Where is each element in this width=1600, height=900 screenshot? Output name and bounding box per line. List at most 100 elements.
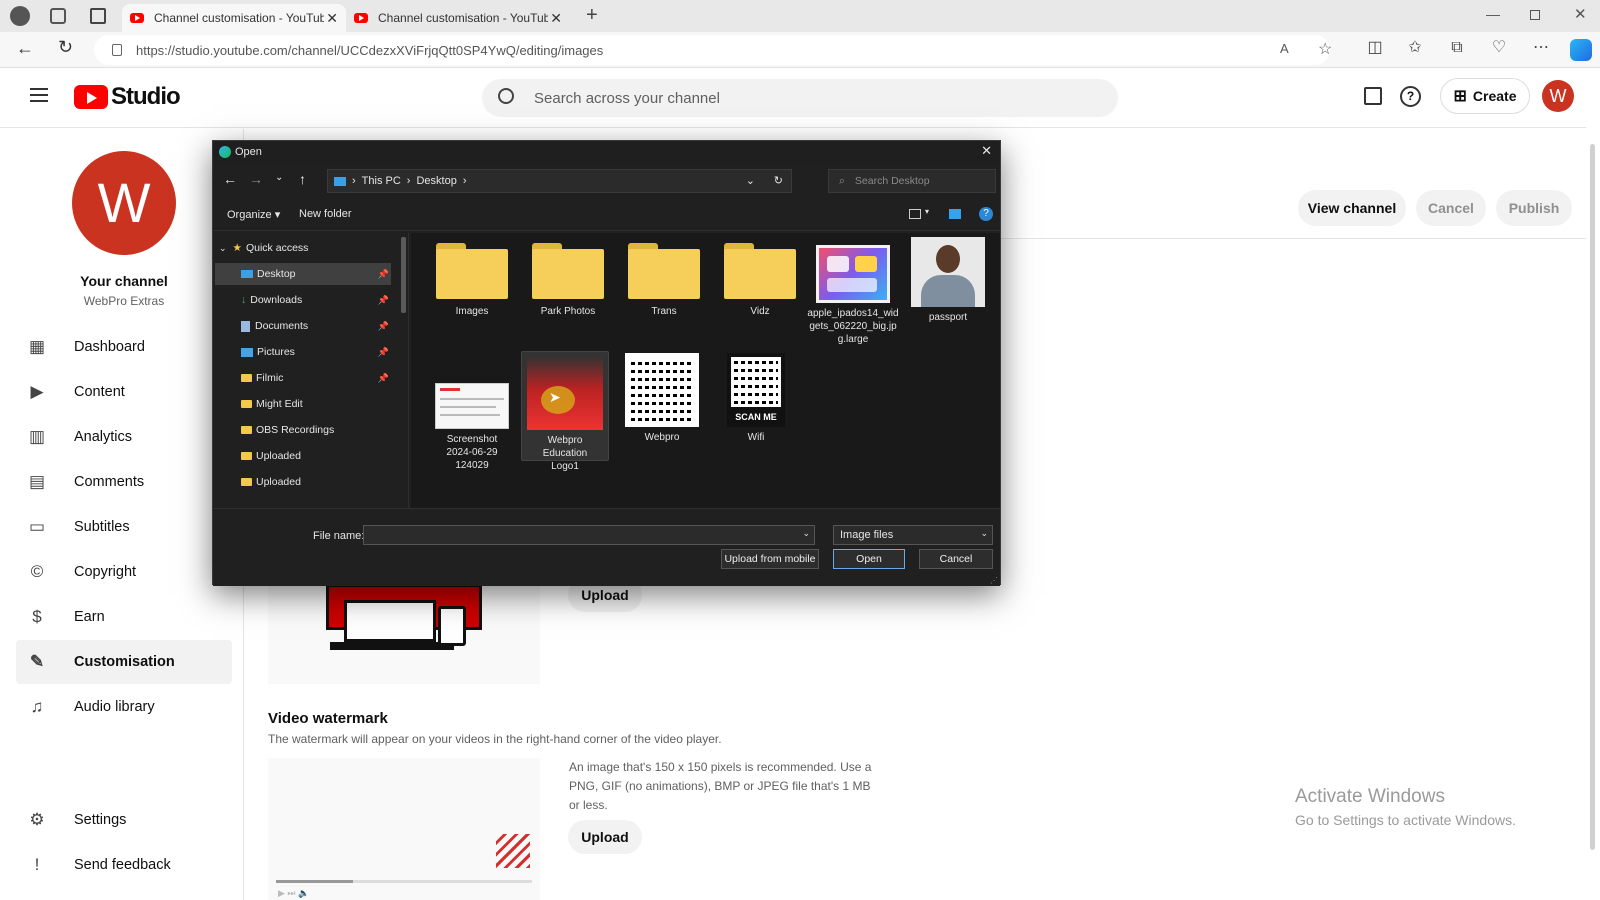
file-item-label: Trans	[651, 306, 677, 317]
view-dropdown-icon[interactable]: ▾	[925, 207, 929, 216]
studio-logo[interactable]: Studio	[74, 83, 181, 111]
up-folder-icon[interactable]: ↑	[299, 171, 306, 187]
chevron-down-icon[interactable]: ⌄	[802, 528, 810, 539]
tab-channel-customisation-2[interactable]: Channel customisation - YouTube ✕	[346, 4, 570, 32]
read-aloud-icon[interactable]: A	[1280, 41, 1289, 56]
publish-button[interactable]: Publish	[1496, 190, 1572, 226]
tree-desktop[interactable]: Desktop 📌	[215, 263, 391, 285]
sidebar-item-customisation[interactable]: ✎ Customisation	[16, 640, 232, 684]
file-item-vidz[interactable]: Vidz	[715, 239, 805, 318]
workspaces-icon[interactable]	[50, 8, 66, 24]
file-item-trans[interactable]: Trans	[619, 239, 709, 318]
dialog-help-icon[interactable]: ?	[979, 207, 993, 221]
hamburger-menu-icon[interactable]	[30, 88, 48, 102]
watermark-upload-button[interactable]: Upload	[568, 820, 642, 854]
open-button[interactable]: Open	[833, 549, 905, 569]
tree-scrollbar[interactable]	[401, 237, 406, 313]
tree-filmic[interactable]: Filmic 📌	[241, 367, 391, 389]
channel-avatar[interactable]: W	[72, 151, 176, 255]
tree-might-edit[interactable]: Might Edit	[241, 393, 391, 415]
tree-documents[interactable]: Documents 📌	[241, 315, 391, 337]
tree-item-label: Might Edit	[256, 398, 303, 410]
split-screen-icon[interactable]: ◫	[1364, 38, 1386, 58]
sidebar-item-subtitles[interactable]: ▭ Subtitles	[16, 505, 232, 549]
file-name-input[interactable]: ⌄	[363, 525, 815, 545]
dialog-cancel-button[interactable]: Cancel	[919, 549, 993, 569]
tab-actions-icon[interactable]	[90, 8, 106, 24]
sidebar-item-analytics[interactable]: ▥ Analytics	[16, 415, 232, 459]
view-options-icon[interactable]	[909, 209, 921, 219]
sidebar-item-content[interactable]: ▶ Content	[16, 370, 232, 414]
pin-icon: 📌	[377, 372, 389, 383]
back-icon[interactable]: ←	[16, 38, 34, 59]
open-label: Open	[856, 553, 882, 565]
youtube-favicon-icon	[354, 13, 368, 23]
sidebar-item-comments[interactable]: ▤ Comments	[16, 460, 232, 504]
close-tab-icon[interactable]: ✕	[550, 10, 562, 27]
view-channel-button[interactable]: View channel	[1298, 190, 1406, 226]
search-placeholder: Search across your channel	[534, 89, 720, 107]
file-item-webpro[interactable]: Webpro	[617, 353, 707, 444]
favorites-icon[interactable]: ✩	[1404, 38, 1426, 58]
resize-grip-icon[interactable]: ⋰	[990, 576, 998, 585]
help-icon[interactable]: ?	[1400, 86, 1421, 107]
refresh-icon[interactable]: ↻	[774, 174, 783, 187]
file-item-passport[interactable]: passport	[903, 237, 993, 324]
tree-downloads[interactable]: ↓ Downloads 📌	[241, 289, 391, 311]
file-item-screenshot[interactable]: Screenshot 2024-06-29 124029	[427, 383, 517, 472]
sidebar-item-dashboard[interactable]: ▦ Dashboard	[16, 325, 232, 369]
tree-obs-recordings[interactable]: OBS Recordings	[241, 419, 391, 441]
new-tab-icon[interactable]: +	[586, 4, 598, 27]
breadcrumb-this-pc[interactable]: This PC	[362, 175, 401, 187]
sidebar-item-audio-library[interactable]: ♫ Audio library	[16, 685, 232, 729]
new-folder-button[interactable]: New folder	[299, 208, 352, 220]
sidebar-item-copyright[interactable]: © Copyright	[16, 550, 232, 594]
close-window-icon[interactable]: ✕	[1574, 5, 1587, 23]
breadcrumb[interactable]: › This PC › Desktop › ⌄ ↻	[327, 169, 792, 193]
tree-pictures[interactable]: Pictures 📌	[241, 341, 391, 363]
forward-icon[interactable]: →	[249, 171, 263, 187]
favorite-star-icon[interactable]: ☆	[1318, 39, 1332, 59]
chevron-down-icon[interactable]: ⌄	[746, 174, 755, 187]
dialog-search-input[interactable]: ⌕ Search Desktop	[828, 169, 996, 193]
channel-search-input[interactable]: Search across your channel	[482, 79, 1118, 117]
file-item-wifi[interactable]: SCAN ME Wifi	[711, 353, 801, 444]
restore-icon[interactable]	[1530, 10, 1540, 20]
recent-locations-icon[interactable]: ⌄	[275, 172, 283, 183]
tab-channel-customisation-1[interactable]: Channel customisation - YouTube ✕	[122, 4, 346, 32]
copilot-icon[interactable]	[1570, 39, 1592, 61]
minimize-icon[interactable]: —	[1486, 6, 1500, 22]
tree-uploaded[interactable]: Uploaded	[241, 445, 391, 467]
feedback-messages-icon[interactable]	[1364, 87, 1382, 105]
page-scrollbar[interactable]	[1590, 144, 1595, 850]
your-channel-title: Your channel	[80, 273, 168, 289]
preview-pane-icon[interactable]	[949, 209, 961, 219]
file-item-images[interactable]: Images	[427, 239, 517, 318]
profile-icon[interactable]	[10, 6, 30, 26]
reload-icon[interactable]: ↻	[58, 37, 73, 58]
tree-uploaded[interactable]: Uploaded	[241, 471, 391, 493]
dialog-cancel-label: Cancel	[939, 553, 973, 565]
url-text: https://studio.youtube.com/channel/UCCde…	[136, 42, 604, 58]
file-item-webpro-education-logo1[interactable]: Webpro Education Logo1	[521, 351, 609, 472]
more-options-icon[interactable]: ⋯	[1530, 38, 1552, 58]
browser-essentials-icon[interactable]: ♡	[1488, 38, 1510, 58]
breadcrumb-desktop[interactable]: Desktop	[416, 175, 456, 187]
upload-from-mobile-button[interactable]: Upload from mobile	[721, 549, 819, 569]
file-type-select[interactable]: Image files ⌄	[833, 525, 993, 545]
create-button[interactable]: ⊞ Create	[1440, 78, 1530, 114]
address-bar[interactable]: https://studio.youtube.com/channel/UCCde…	[94, 35, 1332, 65]
back-icon[interactable]: ←	[223, 171, 237, 187]
tree-quick-access[interactable]: ⌄ ★ Quick access	[219, 237, 369, 259]
cancel-button[interactable]: Cancel	[1416, 190, 1486, 226]
organize-menu[interactable]: Organize ▾	[227, 208, 280, 221]
sidebar-item-send-feedback[interactable]: ! Send feedback	[16, 843, 232, 887]
file-item-park-photos[interactable]: Park Photos	[523, 239, 613, 318]
account-avatar[interactable]: W	[1542, 80, 1574, 112]
sidebar-item-earn[interactable]: $ Earn	[16, 595, 232, 639]
collections-icon[interactable]: ⧉	[1446, 38, 1468, 58]
close-tab-icon[interactable]: ✕	[326, 10, 338, 27]
sidebar-item-settings[interactable]: ⚙ Settings	[16, 798, 232, 842]
file-item-apple-ipados[interactable]: apple_ipados14_widgets_062220_big.jpg.la…	[807, 239, 899, 346]
dialog-close-icon[interactable]: ✕	[981, 143, 992, 159]
